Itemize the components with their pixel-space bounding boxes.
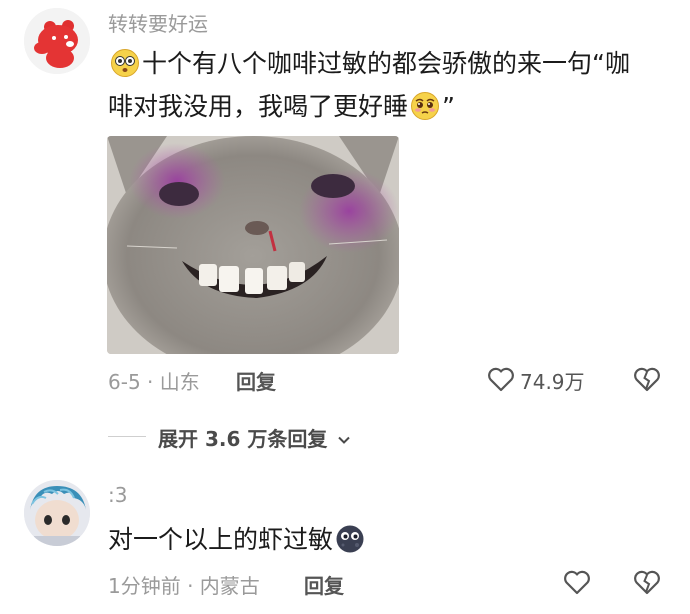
comment-text-line1: 十个有八个咖啡过敏的都会骄傲的来一句“咖 <box>142 49 630 78</box>
comment-date-location: 6-5 · 山东 <box>108 370 200 394</box>
comment-text-quote-end: ” <box>442 92 455 121</box>
heart-outline-icon[interactable] <box>562 567 592 597</box>
comment-date-location: 1分钟前 · 内蒙古 <box>108 574 260 598</box>
dark-moon-face-emoji-icon <box>335 524 365 554</box>
staring-emoji-icon <box>110 48 140 78</box>
comment-text-line2: 啡对我没用，我喝了更好睡 <box>108 92 409 121</box>
comment-text: 十个有八个咖啡过敏的都会骄傲的来一句“咖 <box>108 45 630 83</box>
reply-button[interactable]: 回复 <box>236 366 276 395</box>
reply-button[interactable]: 回复 <box>304 570 344 599</box>
expand-replies-button[interactable]: 展开 3.6 万条回复 <box>158 423 352 453</box>
expand-divider-line <box>108 436 146 437</box>
red-bear-avatar-image <box>24 8 90 74</box>
comment-text-body: 对一个以上的虾过敏 <box>108 525 334 554</box>
doll-avatar-image <box>24 480 90 546</box>
broken-heart-icon[interactable] <box>632 567 662 597</box>
cat-meme-image <box>107 136 399 354</box>
heart-outline-icon[interactable] <box>486 364 516 394</box>
comment-text-line2-wrap: 啡对我没用，我喝了更好睡 ” <box>108 88 455 126</box>
expand-replies-label: 展开 3.6 万条回复 <box>158 427 328 451</box>
pleading-emoji-icon <box>410 91 440 121</box>
broken-heart-icon[interactable] <box>632 364 662 394</box>
avatar-user-2[interactable] <box>24 480 90 546</box>
comment-image[interactable] <box>107 136 399 354</box>
avatar-user-1[interactable] <box>24 8 90 74</box>
comment-text: 对一个以上的虾过敏 <box>108 521 367 559</box>
comment-username[interactable]: 转转要好运 <box>108 8 208 37</box>
comment-username[interactable]: :3 <box>108 483 127 507</box>
like-count: 74.9万 <box>520 370 585 394</box>
chevron-down-icon <box>336 429 352 453</box>
